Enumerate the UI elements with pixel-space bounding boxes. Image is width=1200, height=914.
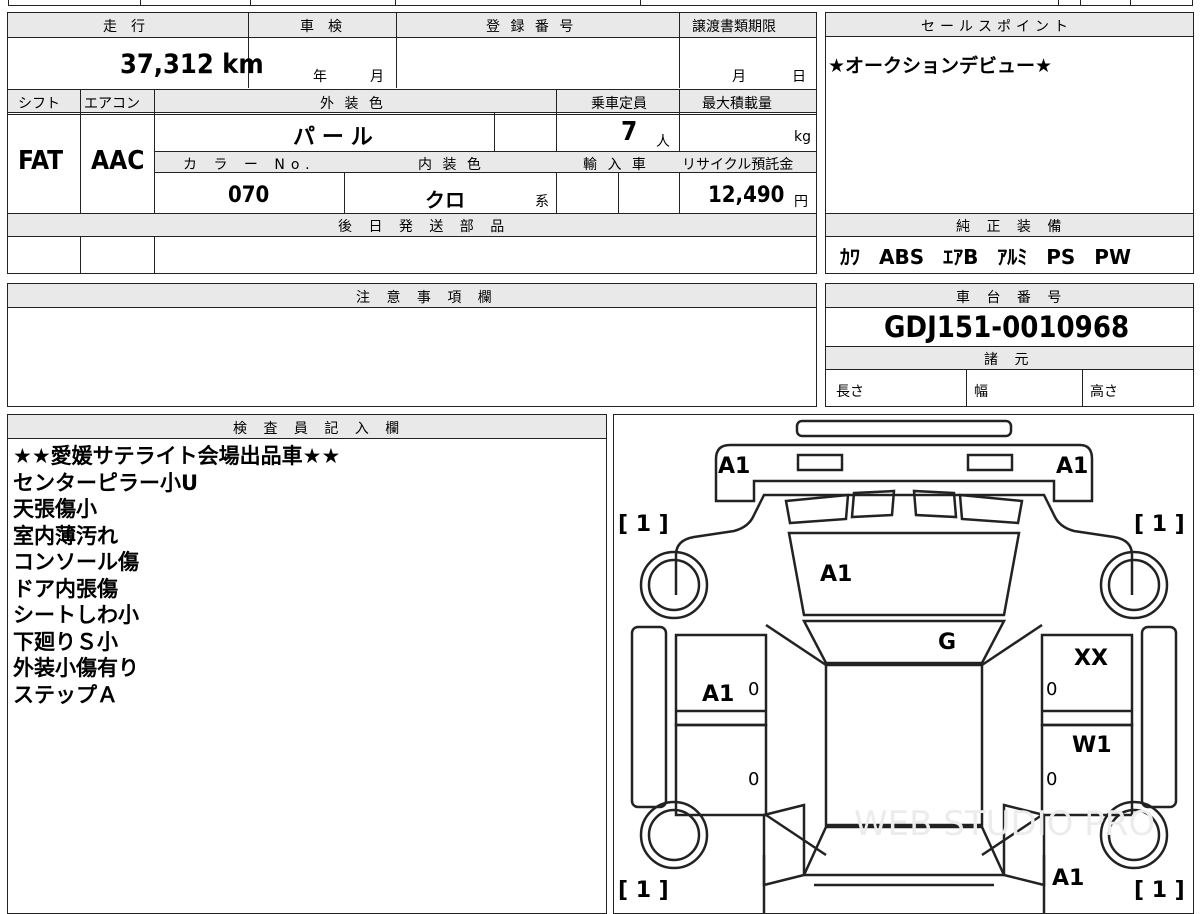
- capacity-value: 7: [621, 117, 638, 147]
- headlight-right: [966, 453, 1014, 472]
- mark-left-front-door: A1: [702, 682, 734, 707]
- right-step: [1140, 625, 1178, 809]
- equip-item: ｴｱB: [943, 245, 979, 269]
- caution-label: 注 意 事 項 欄: [356, 290, 498, 306]
- capacity-unit: 人: [656, 134, 670, 150]
- sales-point-box: セールスポイント ★オークションデビュー★ 純 正 装 備 ｶﾜ ABS ｴｱB…: [825, 12, 1194, 274]
- caution-box: 注 意 事 項 欄: [7, 283, 817, 407]
- specs-label: 諸 元: [984, 352, 1035, 368]
- headlight-left: [796, 453, 844, 472]
- shift-value: FAT: [18, 146, 64, 176]
- note-line: 天張傷小: [13, 497, 97, 521]
- left-step: [630, 625, 668, 809]
- note-line: コンソール傷: [13, 550, 139, 574]
- color-no-label: カ ラ ー No.: [183, 157, 316, 173]
- door-zero: 0: [1046, 769, 1057, 790]
- equip-item: PW: [1094, 245, 1132, 269]
- grill-left: [784, 493, 850, 525]
- mark-right-rear-door: W1: [1072, 733, 1112, 758]
- inspector-notes-list: ★★愛媛サテライト会場出品車★★ センターピラー小U 天張傷小 室内薄汚れ コン…: [13, 443, 340, 708]
- recycle-label: リサイクル預託金: [682, 157, 794, 173]
- front-bumper-top: [795, 419, 1013, 438]
- wheel-front-right: [1099, 550, 1169, 620]
- top-strip: [0, 0, 1200, 6]
- shift-label: シフト: [18, 96, 60, 112]
- mark-front-right: A1: [1056, 454, 1088, 479]
- import-label: 輸 入 車: [583, 157, 649, 173]
- genuine-equipment-label: 純 正 装 備: [956, 219, 1068, 235]
- watermark: WEB STUDIO PRO: [854, 804, 1155, 844]
- chassis-value: GDJ151-0010968: [884, 310, 1130, 344]
- max-load-unit: kg: [794, 129, 811, 145]
- genuine-equipment-list: ｶﾜ ABS ｴｱB ｱﾙﾐ PS PW: [840, 241, 1131, 270]
- ext-color-value: パ ー ル: [293, 125, 373, 150]
- car-diagram: WEB STUDIO PRO A1 A1 A1 G A1 XX W1 A1 0 …: [618, 419, 1185, 913]
- ac-value: AAC: [91, 146, 145, 176]
- equip-item: ABS: [878, 245, 925, 269]
- int-color-label: 内 装 色: [418, 157, 484, 173]
- chassis-box: 車 台 番 号 GDJ151-0010968 諸 元 長さ 幅 高さ: [825, 283, 1194, 407]
- wheel-rear-left: [639, 800, 709, 870]
- recycle-unit: 円: [794, 194, 808, 210]
- chassis-label: 車 台 番 号: [956, 290, 1068, 306]
- mark-roof: G: [938, 630, 956, 655]
- mark-front-left: A1: [718, 454, 750, 479]
- note-line: ★★愛媛サテライト会場出品車★★: [13, 444, 341, 468]
- transfer-day: 日: [792, 69, 806, 85]
- mileage-value: 37,312 km: [120, 49, 264, 80]
- spec-height-label: 高さ: [1090, 384, 1118, 400]
- shaken-label: 車 検: [300, 19, 342, 35]
- shaken-month: 月: [370, 69, 384, 85]
- registration-label: 登 録 番 号: [486, 19, 577, 35]
- sales-point-label: セールスポイント: [921, 19, 1073, 35]
- tire-top-right: [ 1 ]: [1134, 512, 1185, 537]
- windshield: [801, 619, 1007, 665]
- inspector-notes-box: 検 査 員 記 入 欄 ★★愛媛サテライト会場出品車★★ センターピラー小U 天…: [7, 414, 607, 914]
- sales-point-text: ★オークションデビュー★: [828, 55, 1053, 77]
- front-section: [714, 443, 1094, 503]
- capacity-label: 乗車定員: [591, 96, 647, 112]
- door-zero: 0: [1046, 679, 1057, 700]
- tire-bottom-right: [ 1 ]: [1134, 878, 1185, 903]
- transfer-deadline-label: 譲渡書類期限: [692, 19, 776, 35]
- door-zero: 0: [748, 769, 759, 790]
- note-line: 室内薄汚れ: [13, 523, 118, 548]
- roof: [824, 663, 984, 827]
- ac-label: エアコン: [84, 96, 140, 112]
- transfer-month: 月: [732, 69, 746, 85]
- equip-item: ｶﾜ: [840, 245, 860, 269]
- tire-top-left: [ 1 ]: [618, 512, 669, 537]
- note-line: ドア内張傷: [13, 576, 118, 601]
- body-outline: [674, 493, 1134, 595]
- int-color-suffix: 系: [535, 194, 549, 210]
- grill-right: [958, 493, 1024, 525]
- shaken-year: 年: [313, 69, 327, 85]
- mark-hood: A1: [820, 562, 852, 587]
- int-color-value: クロ: [425, 188, 465, 212]
- mark-right-front-door: XX: [1074, 646, 1108, 671]
- equip-item: PS: [1046, 245, 1076, 269]
- note-line: 下廻りＳ小: [13, 629, 118, 654]
- later-parts-label: 後 日 発 送 部 品: [338, 219, 511, 235]
- note-line: センターピラー小U: [13, 470, 199, 495]
- color-no-value: 070: [228, 183, 270, 208]
- mark-rear-right: A1: [1052, 866, 1084, 891]
- spec-width-label: 幅: [974, 384, 988, 400]
- vehicle-info-table: 走 行 車 検 登 録 番 号 譲渡書類期限 37,312 km 年 月 月 日…: [7, 12, 817, 274]
- note-line: ステップＡ: [13, 682, 118, 707]
- tire-bottom-left: [ 1 ]: [618, 878, 669, 903]
- equip-item: ｱﾙﾐ: [997, 245, 1028, 269]
- max-load-label: 最大積載量: [702, 96, 772, 112]
- note-line: 外装小傷有り: [13, 656, 139, 680]
- ext-color-label: 外 装 色: [320, 96, 386, 112]
- door-zero: 0: [748, 679, 759, 700]
- mileage-label: 走 行: [103, 19, 145, 35]
- inspector-label: 検 査 員 記 入 欄: [233, 421, 406, 437]
- rear-section: [762, 855, 1046, 913]
- recycle-value: 12,490: [708, 183, 785, 208]
- damage-diagram-box: WEB STUDIO PRO A1 A1 A1 G A1 XX W1 A1 0 …: [613, 414, 1194, 914]
- wheel-front-left: [639, 550, 709, 620]
- note-line: シートしわ小: [13, 603, 139, 627]
- spec-length-label: 長さ: [836, 384, 864, 400]
